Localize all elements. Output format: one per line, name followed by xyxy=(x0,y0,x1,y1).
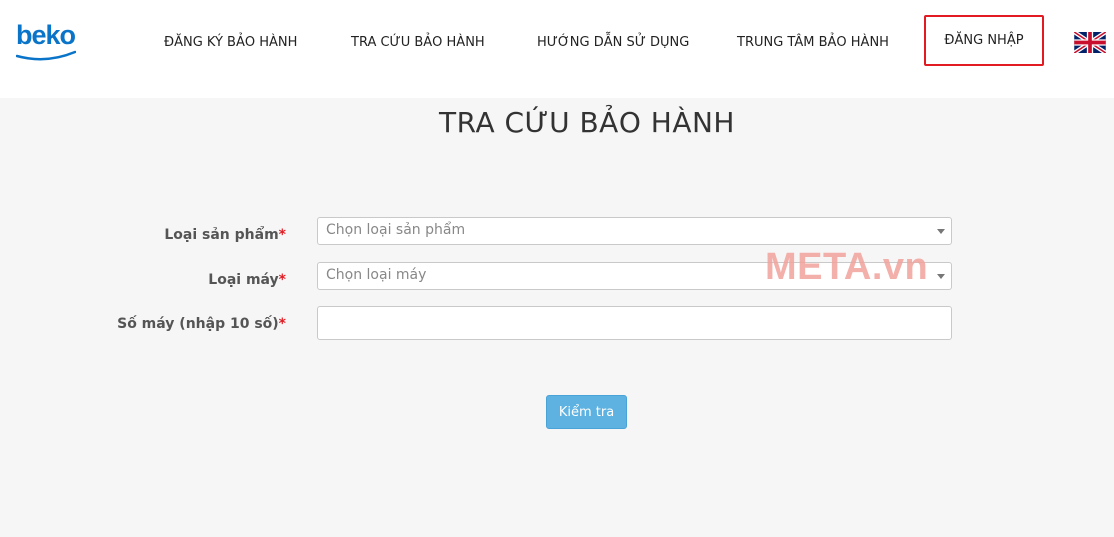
machine-type-select[interactable]: Chọn loại máy xyxy=(317,262,952,290)
product-type-label: Loại sản phẩm* xyxy=(164,225,286,245)
site-header: beko ĐĂNG KÝ BẢO HÀNH TRA CỨU BẢO HÀNH H… xyxy=(0,0,1114,98)
page-title: TRA CỨU BẢO HÀNH xyxy=(439,106,735,139)
required-mark: * xyxy=(278,272,286,288)
machine-type-label-text: Loại máy xyxy=(208,272,279,288)
serial-input[interactable] xyxy=(317,306,952,340)
required-mark: * xyxy=(278,227,286,243)
product-type-select[interactable]: Chọn loại sản phẩm xyxy=(317,217,952,245)
nav-user-guide[interactable]: HƯỚNG DẪN SỬ DỤNG xyxy=(537,34,689,52)
beko-logo[interactable]: beko xyxy=(16,22,76,49)
machine-type-label: Loại máy* xyxy=(208,270,286,290)
product-type-label-text: Loại sản phẩm xyxy=(164,227,279,243)
product-type-select-value: Chọn loại sản phẩm xyxy=(326,222,466,238)
required-mark: * xyxy=(278,316,286,332)
uk-flag-icon[interactable] xyxy=(1074,32,1106,53)
nav-service-center[interactable]: TRUNG TÂM BẢO HÀNH xyxy=(737,34,889,52)
machine-type-select-value: Chọn loại máy xyxy=(326,267,427,283)
logo-swoosh-icon xyxy=(16,50,76,61)
nav-warranty-lookup[interactable]: TRA CỨU BẢO HÀNH xyxy=(351,34,485,52)
serial-label: Số máy (nhập 10 số)* xyxy=(117,314,286,334)
nav-warranty-register[interactable]: ĐĂNG KÝ BẢO HÀNH xyxy=(164,34,297,52)
check-button[interactable]: Kiểm tra xyxy=(546,395,627,429)
caret-down-icon xyxy=(937,229,945,234)
serial-label-text: Số máy (nhập 10 số) xyxy=(117,316,279,332)
nav-login-button[interactable]: ĐĂNG NHẬP xyxy=(924,15,1044,66)
caret-down-icon xyxy=(937,274,945,279)
